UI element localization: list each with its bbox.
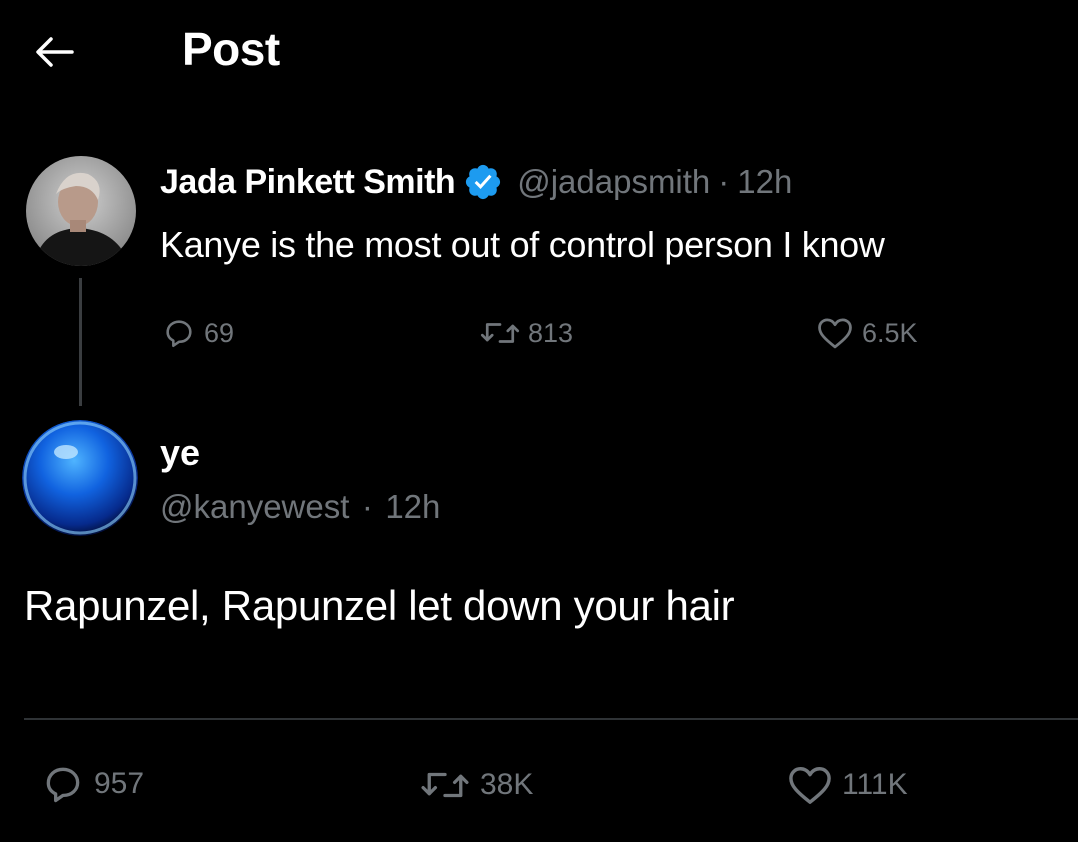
like-count: 111K [842,768,908,801]
profile-photo [26,156,136,266]
parent-tweet-header: Jada Pinkett Smith @jadapsmith · 12h [160,162,792,202]
thread-connector-line [79,278,82,406]
separator-dot: · [361,488,373,525]
profile-photo [22,420,138,536]
repost-icon [480,323,520,343]
repost-button[interactable]: 813 [480,316,573,350]
author-name[interactable]: ye [160,432,200,474]
like-button[interactable]: 6.5K [816,316,918,350]
author-name[interactable]: Jada Pinkett Smith [160,163,456,202]
like-count: 6.5K [862,317,918,348]
heart-icon [818,318,852,349]
author-handle[interactable]: @jadapsmith [517,163,710,201]
avatar-jadapsmith[interactable] [26,156,136,266]
reply-icon [166,320,192,348]
top-bar: Post [0,0,1078,100]
main-tweet-subheader: @kanyewest · 12h [160,488,440,526]
repost-icon [421,772,469,798]
back-button[interactable] [26,28,82,76]
reply-count: 957 [94,767,145,800]
reply-button[interactable]: 957 [40,762,144,806]
heart-icon [789,767,831,804]
author-handle[interactable]: @kanyewest [160,488,349,525]
reply-count: 69 [204,317,235,348]
like-button[interactable]: 111K [786,764,908,806]
timestamp[interactable]: 12h [385,488,440,525]
main-tweet-text: Rapunzel, Rapunzel let down your hair [24,582,735,629]
timestamp[interactable]: 12h [737,163,792,201]
repost-count: 813 [528,317,574,348]
arrow-left-icon [36,37,74,67]
separator-dot: · [718,163,730,200]
repost-count: 38K [480,768,534,801]
avatar-kanyewest[interactable] [22,420,138,536]
reply-icon [46,767,80,803]
reply-button[interactable]: 69 [162,316,234,350]
divider [24,718,1078,720]
parent-tweet-text: Kanye is the most out of control person … [160,224,885,265]
repost-button[interactable]: 38K [418,764,533,806]
page-title: Post [182,23,280,75]
verified-badge-icon [463,162,503,202]
